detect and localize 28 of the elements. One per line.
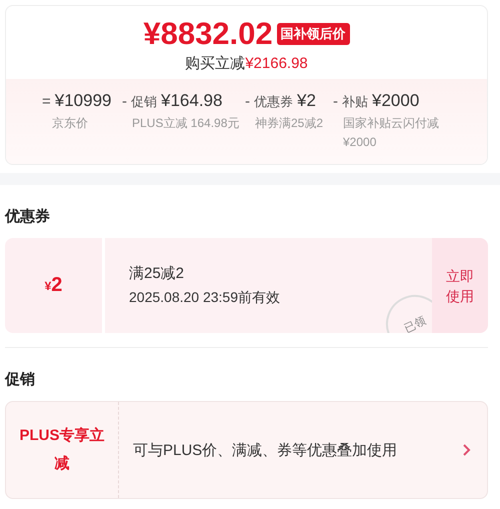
breakdown-label: 优惠券: [254, 93, 293, 111]
breakdown-note: 国家补贴云闪付减¥2000: [342, 115, 440, 151]
breakdown-label: 补贴: [342, 93, 368, 111]
promo-card[interactable]: PLUS专享立减 可与PLUS价、满减、券等优惠叠加使用: [5, 401, 488, 499]
operator-sign: -: [245, 93, 250, 110]
operator-sign: -: [333, 93, 338, 110]
operator-sign: =: [42, 93, 51, 110]
breakdown-note: 京东价: [51, 115, 89, 132]
breakdown-note: 神券满25减2: [254, 115, 324, 132]
chevron-right-icon: [463, 444, 471, 456]
breakdown-amount: ¥2: [297, 91, 316, 111]
coupon-condition: 满25减2: [129, 264, 186, 283]
promo-description: 可与PLUS价、满减、券等优惠叠加使用: [132, 440, 398, 460]
section-title: 促销: [4, 370, 36, 389]
breakdown-amount: ¥2000: [372, 91, 420, 111]
saving-text: 购买立减¥2166.98: [185, 54, 308, 73]
breakdown-note: PLUS立减 164.98元: [131, 115, 240, 132]
final-price: ¥8832.02: [143, 16, 273, 52]
use-now-button[interactable]: 立即使用: [432, 238, 488, 333]
promo-tag: PLUS专享立减: [6, 402, 119, 498]
breakdown-amount: ¥164.98: [161, 91, 222, 111]
coupon-value: ¥2: [5, 238, 105, 333]
breakdown-amount: ¥10999: [54, 91, 112, 111]
operator-sign: -: [122, 93, 127, 110]
coupon-validity: 2025.08.20 23:59前有效: [129, 289, 281, 307]
breakdown-label: 促销: [131, 93, 157, 111]
price-tag: 国补领后价: [276, 23, 350, 45]
section-title: 优惠券: [4, 207, 51, 226]
